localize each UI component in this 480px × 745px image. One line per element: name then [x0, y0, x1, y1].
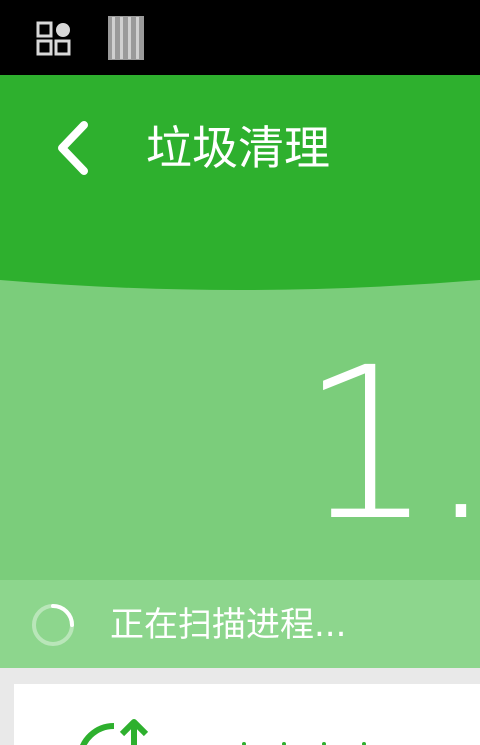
spinner-icon — [30, 602, 76, 648]
apps-grid-icon — [36, 21, 72, 57]
status-bar — [0, 0, 480, 75]
panel-curve-divider — [0, 270, 480, 300]
result-card[interactable] — [14, 684, 480, 745]
page-title: 垃圾清理 — [146, 121, 330, 175]
rotate-arrow-icon — [74, 718, 154, 745]
app-bar: 垃圾清理 — [0, 75, 480, 285]
chevron-left-icon[interactable] — [50, 119, 94, 177]
scan-status-bar: 正在扫描进程... — [0, 580, 480, 668]
junk-cleaner-screen: 垃圾清理 1. 正在扫描进程... — [0, 0, 480, 745]
junk-size-value: 1. — [300, 330, 480, 560]
scan-status-text: 正在扫描进程... — [110, 605, 347, 645]
battery-icon — [106, 14, 146, 62]
